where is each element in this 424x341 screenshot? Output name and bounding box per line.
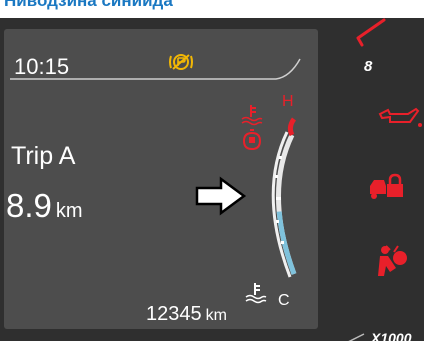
instrument-cluster: 8 10:15 Trip A 8.9 km H C 12345 km X1000 <box>0 18 424 341</box>
center-display: 10:15 Trip A 8.9 km H C 12345 km <box>4 29 318 329</box>
oil-can-icon <box>378 107 422 127</box>
temperature-gauge: H C <box>241 93 297 309</box>
airbag-icon <box>378 245 407 276</box>
bottom-code: X1000 <box>371 330 412 341</box>
tachometer-needle-icon <box>356 18 386 47</box>
gauge-hot-zone <box>287 117 297 137</box>
odometer-unit: km <box>205 307 227 324</box>
coolant-low-icon <box>245 283 267 304</box>
odometer: 12345 km <box>146 303 227 326</box>
coolant-temperature-icon <box>241 105 263 126</box>
page-title: Ниводзина синиида <box>4 0 173 10</box>
engine-warning-icon <box>242 129 262 151</box>
gauge-low-label: C <box>278 292 290 309</box>
gear-indicator: 8 <box>364 58 373 75</box>
odometer-value: 12345 <box>146 303 202 325</box>
odometer-mark-icon <box>348 333 365 341</box>
car-lock-icon <box>370 173 403 199</box>
gauge-high-label: H <box>282 93 294 110</box>
